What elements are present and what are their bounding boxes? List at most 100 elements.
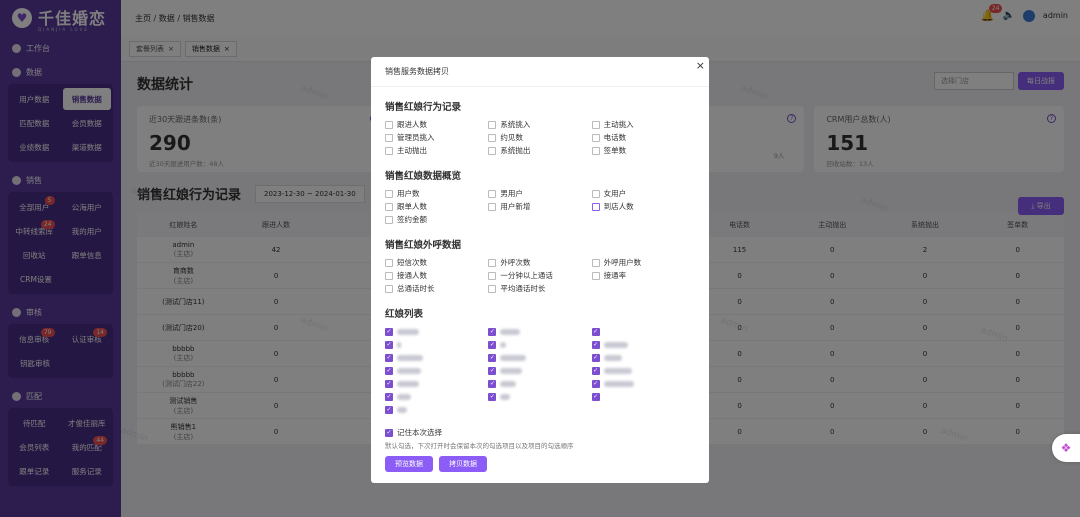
checkbox[interactable] bbox=[488, 189, 497, 198]
field-checkbox[interactable]: 跟进人数 bbox=[385, 119, 488, 130]
checkbox[interactable]: ✓ bbox=[591, 366, 600, 375]
checkbox[interactable] bbox=[591, 271, 600, 280]
matchmaker-checkbox[interactable]: ✓ bbox=[385, 378, 488, 389]
field-checkbox[interactable]: 外呼次数 bbox=[488, 257, 591, 268]
checkbox-label: 签约金额 bbox=[397, 215, 427, 224]
checkbox-group: 短信次数 外呼次数 外呼用户数接通人数 一分钟以上通话 接通率总通话时长 平均通话时长 bbox=[385, 257, 695, 294]
checkbox[interactable] bbox=[591, 120, 600, 129]
checkbox[interactable] bbox=[591, 189, 600, 198]
checkbox[interactable]: ✓ bbox=[385, 340, 393, 349]
checkbox-label: 电话数 bbox=[603, 133, 627, 142]
checkbox-label: 一分钟以上通话 bbox=[500, 271, 553, 280]
matchmaker-checkbox[interactable]: ✓ bbox=[385, 365, 488, 376]
matchmaker-checkbox[interactable]: ✓ bbox=[385, 391, 488, 402]
matchmaker-checkbox[interactable]: ✓ bbox=[488, 365, 591, 376]
assistant-float-button[interactable]: ❖ bbox=[1052, 434, 1080, 462]
checkbox[interactable] bbox=[385, 271, 393, 280]
matchmaker-checkbox[interactable]: ✓ bbox=[385, 404, 488, 415]
field-checkbox[interactable]: 接通率 bbox=[591, 270, 695, 281]
field-checkbox[interactable]: 约见数 bbox=[488, 132, 591, 143]
checkbox[interactable]: ✓ bbox=[488, 327, 497, 336]
checkbox[interactable] bbox=[385, 120, 393, 129]
checkbox[interactable] bbox=[385, 202, 393, 211]
field-checkbox[interactable]: 签单数 bbox=[591, 145, 695, 156]
field-checkbox[interactable]: 平均通话时长 bbox=[488, 283, 591, 294]
copy-data-button[interactable]: 拷贝数据 bbox=[439, 456, 487, 472]
field-checkbox[interactable]: 跟单人数 bbox=[385, 201, 488, 212]
checkbox[interactable] bbox=[591, 202, 600, 211]
blurred-name bbox=[500, 354, 527, 361]
checkbox[interactable] bbox=[488, 271, 497, 280]
matchmaker-checkbox[interactable]: ✓ bbox=[591, 326, 695, 337]
checkbox[interactable]: ✓ bbox=[385, 405, 393, 414]
checkbox[interactable]: ✓ bbox=[591, 392, 600, 401]
matchmaker-checkbox[interactable]: ✓ bbox=[591, 365, 695, 376]
field-checkbox[interactable]: 总通话时长 bbox=[385, 283, 488, 294]
field-checkbox[interactable]: 电话数 bbox=[591, 132, 695, 143]
checkbox[interactable] bbox=[385, 133, 393, 142]
field-checkbox[interactable]: 一分钟以上通话 bbox=[488, 270, 591, 281]
checkbox[interactable]: ✓ bbox=[488, 340, 497, 349]
checkbox[interactable]: ✓ bbox=[488, 379, 497, 388]
checkbox[interactable] bbox=[591, 133, 600, 142]
field-checkbox[interactable]: 主动抛出 bbox=[385, 145, 488, 156]
matchmaker-checkbox[interactable]: ✓ bbox=[385, 339, 488, 350]
field-checkbox[interactable]: 接通人数 bbox=[385, 270, 488, 281]
field-checkbox[interactable]: 用户新增 bbox=[488, 201, 591, 212]
checkbox[interactable]: ✓ bbox=[591, 340, 600, 349]
checkbox[interactable]: ✓ bbox=[385, 392, 393, 401]
checkbox[interactable] bbox=[488, 258, 497, 267]
checkbox[interactable] bbox=[385, 284, 393, 293]
field-checkbox[interactable]: 短信次数 bbox=[385, 257, 488, 268]
close-icon[interactable]: × bbox=[696, 59, 705, 72]
field-checkbox[interactable]: 到店人数 bbox=[591, 201, 695, 212]
preview-data-button[interactable]: 预览数据 bbox=[385, 456, 433, 472]
checkbox[interactable]: ✓ bbox=[488, 392, 497, 401]
checkbox[interactable]: ✓ bbox=[488, 353, 497, 362]
checkbox[interactable]: ✓ bbox=[591, 353, 600, 362]
matchmaker-checkbox[interactable]: ✓ bbox=[488, 326, 591, 337]
field-checkbox[interactable]: 签约金额 bbox=[385, 214, 488, 225]
checkbox[interactable] bbox=[385, 189, 393, 198]
checkbox[interactable]: ✓ bbox=[385, 327, 393, 336]
checkbox[interactable] bbox=[488, 120, 497, 129]
checkbox[interactable]: ✓ bbox=[385, 379, 393, 388]
checkbox[interactable]: ✓ bbox=[385, 366, 393, 375]
checkbox[interactable] bbox=[591, 258, 600, 267]
matchmaker-checkbox[interactable]: ✓ bbox=[488, 391, 591, 402]
field-checkbox[interactable]: 系统抛出 bbox=[488, 145, 591, 156]
remember-checkbox[interactable]: ✓ 记住本次选择 bbox=[385, 427, 695, 438]
checkbox[interactable] bbox=[488, 284, 497, 293]
checkbox[interactable]: ✓ bbox=[591, 379, 600, 388]
matchmaker-checkbox[interactable]: ✓ bbox=[385, 352, 488, 363]
checkbox[interactable] bbox=[488, 146, 497, 155]
field-checkbox[interactable]: 用户数 bbox=[385, 188, 488, 199]
checkbox[interactable] bbox=[385, 146, 393, 155]
field-checkbox[interactable]: 主动挑入 bbox=[591, 119, 695, 130]
matchmaker-checkbox[interactable]: ✓ bbox=[488, 339, 591, 350]
matchmaker-checkbox[interactable]: ✓ bbox=[385, 326, 488, 337]
checkbox[interactable] bbox=[591, 146, 600, 155]
checkbox-label: 管理员挑入 bbox=[397, 133, 435, 142]
field-checkbox[interactable]: 女用户 bbox=[591, 188, 695, 199]
field-checkbox[interactable]: 系统挑入 bbox=[488, 119, 591, 130]
checkbox[interactable]: ✓ bbox=[385, 428, 393, 437]
matchmaker-checkbox[interactable]: ✓ bbox=[591, 378, 695, 389]
matchmaker-checkbox[interactable]: ✓ bbox=[488, 352, 591, 363]
matchmaker-checkbox[interactable]: ✓ bbox=[591, 391, 695, 402]
checkbox[interactable]: ✓ bbox=[591, 327, 600, 336]
checkbox[interactable] bbox=[385, 215, 393, 224]
field-checkbox[interactable]: 外呼用户数 bbox=[591, 257, 695, 268]
checkbox[interactable]: ✓ bbox=[385, 353, 393, 362]
blurred-name bbox=[397, 406, 407, 413]
field-checkbox[interactable]: 管理员挑入 bbox=[385, 132, 488, 143]
modal-group-title: 销售红娘外呼数据 bbox=[385, 240, 462, 251]
checkbox[interactable] bbox=[385, 258, 393, 267]
matchmaker-checkbox[interactable]: ✓ bbox=[488, 378, 591, 389]
checkbox[interactable] bbox=[488, 202, 497, 211]
matchmaker-checkbox[interactable]: ✓ bbox=[591, 339, 695, 350]
checkbox[interactable] bbox=[488, 133, 497, 142]
field-checkbox[interactable]: 男用户 bbox=[488, 188, 591, 199]
checkbox[interactable]: ✓ bbox=[488, 366, 497, 375]
matchmaker-checkbox[interactable]: ✓ bbox=[591, 352, 695, 363]
